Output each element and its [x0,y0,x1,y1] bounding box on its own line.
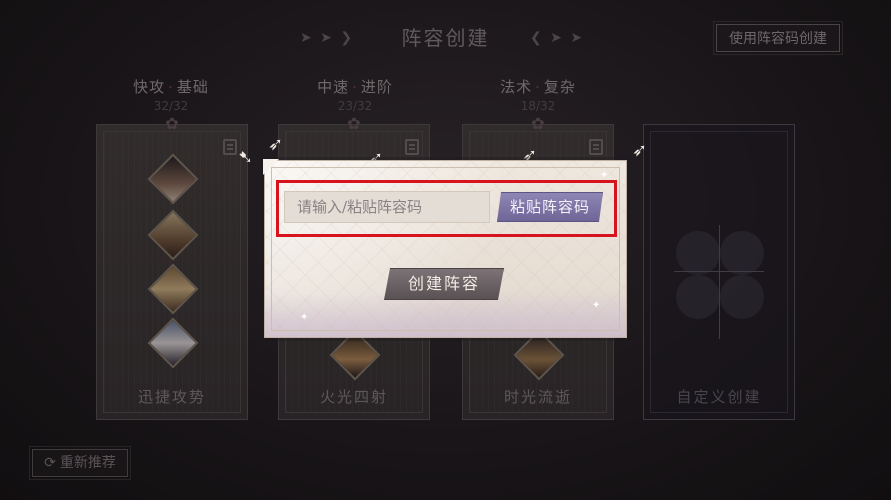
lineup-1-count: 32/32 [153,99,189,113]
flower-ornament-icon: ✿ [347,114,361,133]
lineup-1-speed: 快攻 [133,78,166,96]
swallow-bird-icon: ➷ [238,147,254,168]
swallow-bird-icon: ➶ [268,134,284,155]
lineup-code-input[interactable] [284,191,490,223]
lineup-header-3: 法术 · 复杂 18/32 [468,76,608,113]
title-ornament-right: ❮ ➤ ➤ [530,30,585,46]
document-icon[interactable] [405,139,419,155]
refresh-recommend-button[interactable]: ⟳ 重新推荐 [29,446,131,480]
lineup-2-speed: 中速 [317,78,350,96]
lineup-card-label: 火光四射 [319,388,388,406]
sparkle-icon: ✦ [300,312,309,323]
lineup-3-count: 18/32 [520,99,556,113]
lineup-header-1: 快攻 · 基础 32/32 [101,76,241,113]
use-lineup-code-button[interactable]: 使用阵容码创建 [713,21,843,55]
refresh-icon: ⟳ [44,455,56,471]
lineup-card-1[interactable]: ✿ 迅捷攻势 [96,115,248,420]
refresh-label: 重新推荐 [59,455,116,471]
lineup-card-label: 迅捷攻势 [137,388,206,406]
custom-create-label: 自定义创建 [676,388,762,406]
sparkle-icon: ✦ [592,300,601,311]
lineup-header-2: 中速 · 进阶 23/32 [285,76,425,113]
document-icon[interactable] [589,139,603,155]
swallow-bird-icon: ➶ [632,140,648,161]
lineup-3-speed: 法术 [500,78,533,96]
lineup-2-count: 23/32 [337,99,373,113]
flower-ornament-icon: ✿ [165,114,179,133]
lineup-1-difficulty: 基础 [176,78,209,96]
flower-ornament-icon: ✿ [531,114,545,133]
document-icon[interactable] [223,139,237,155]
create-lineup-button[interactable]: 创建阵容 [384,268,504,300]
paste-lineup-code-button[interactable]: 粘贴阵容码 [497,192,603,222]
lineup-2-difficulty: 进阶 [360,78,393,96]
custom-create-card[interactable]: 自定义创建 [643,124,795,420]
lineup-card-label: 时光流逝 [503,388,572,406]
lineup-3-difficulty: 复杂 [543,78,576,96]
